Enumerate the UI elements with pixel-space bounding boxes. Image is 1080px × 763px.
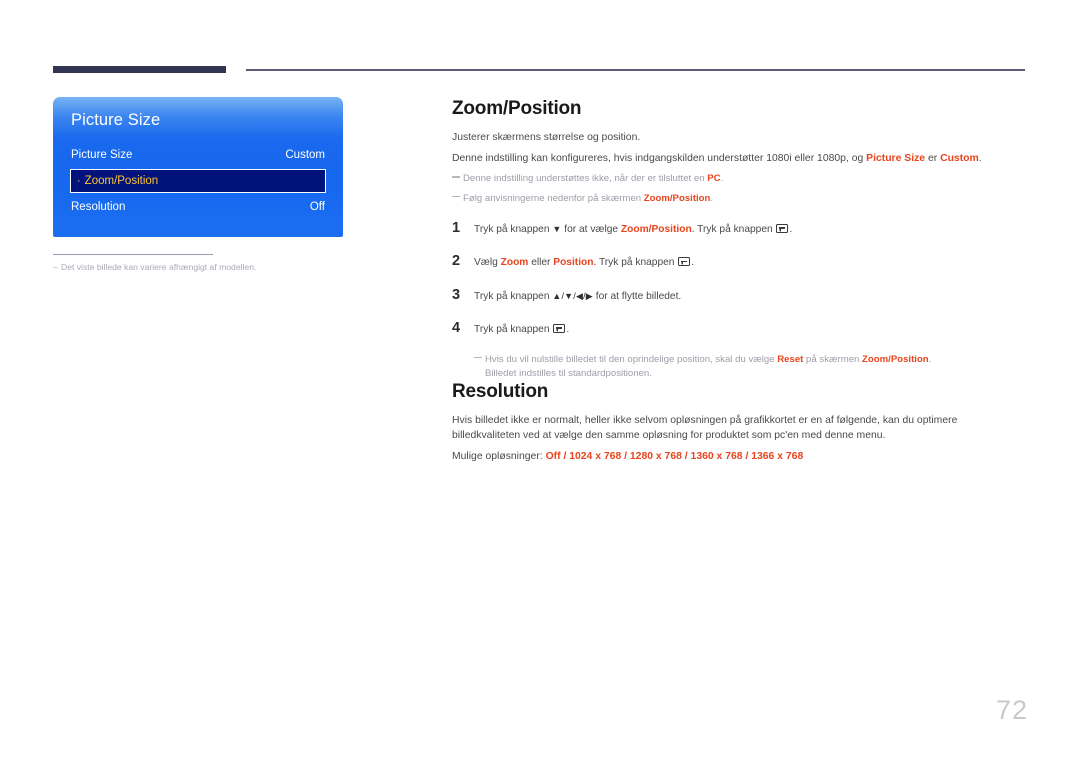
section-title-zoom-position: Zoom/Position (452, 98, 582, 119)
osd-row-resolution[interactable]: Resolution Off (71, 196, 325, 218)
zoom-position-intro: Justerer skærmens størrelse og position. (452, 132, 641, 143)
osd-caption-note: – Det viste billede kan variere afhængig… (53, 262, 343, 273)
step-text-part: Tryk på knappen (474, 290, 553, 302)
zoom-position-description: Denne indstilling kan konfigureres, hvis… (452, 151, 1026, 166)
note-highlight-zoom-position: Zoom/Position (643, 193, 711, 205)
note-highlight-zoom-position: Zoom/Position (862, 354, 929, 366)
section-title-resolution: Resolution (452, 380, 549, 402)
direction-arrows-icon: ▲/▼/◀/▶ (552, 290, 593, 301)
resolution-options-line: Mulige opløsninger: Off / 1024 x 768 / 1… (452, 449, 1026, 464)
step-text-part: . Tryk på knappen (593, 257, 678, 269)
resolution-options-label: Mulige opløsninger: (452, 451, 546, 463)
step-item: 3 Tryk på knappen ▲/▼/◀/▶ for at flytte … (452, 287, 1026, 304)
page-number: 72 (995, 695, 1028, 725)
zoom-position-note-follow: Følg anvisningerne nedenfor på skærmen Z… (452, 192, 1026, 206)
resolution-options-values: Off / 1024 x 768 / 1280 x 768 / 1360 x 7… (545, 451, 804, 463)
note-text-mid: på skærmen (803, 354, 863, 366)
step-text-part: eller (528, 257, 554, 269)
note-text-pre: Følg anvisningerne nedenfor på skærmen (463, 193, 644, 205)
zoom-position-note-pc: Denne indstilling understøttes ikke, når… (452, 172, 1026, 186)
dash-icon (474, 354, 485, 363)
step-text-part: . Tryk på knappen (691, 223, 776, 235)
enter-key-icon (678, 257, 691, 267)
note-text-pre: Hvis du vil nulstille billedet til den o… (485, 354, 778, 366)
note-text-post: . (710, 193, 714, 205)
desc-text-mid: er (925, 153, 941, 165)
note-body: Denne indstilling understøttes ikke, når… (463, 172, 723, 186)
step-item: 2 Vælg Zoom eller Position. Tryk på knap… (452, 253, 1026, 270)
dash-icon (452, 193, 463, 202)
note-text-post: . (928, 354, 932, 366)
osd-menu-title: Picture Size (71, 111, 161, 129)
instruction-steps: 1 Tryk på knappen ▼ for at vælge Zoom/Po… (452, 220, 1026, 337)
step-highlight-position: Position (553, 257, 594, 269)
enter-key-icon (776, 223, 789, 233)
header-rule-thick (53, 66, 226, 73)
osd-row-picture-size[interactable]: Picture Size Custom (71, 144, 325, 166)
header-rule-thin (246, 69, 1025, 71)
desc-highlight-picture-size: Picture Size (866, 153, 926, 165)
zoom-position-reset-note: Hvis du vil nulstille billedet til den o… (474, 353, 1026, 381)
osd-row-value: Off (309, 201, 325, 213)
osd-note-divider (53, 254, 213, 255)
step-highlight-zoom: Zoom (500, 257, 529, 269)
desc-highlight-custom: Custom (940, 153, 979, 165)
osd-caption-text: Det viste billede kan variere afhængigt … (61, 262, 257, 272)
step-text-part: . (789, 223, 793, 235)
note-text-pre: Denne indstilling understøttes ikke, når… (463, 173, 708, 185)
osd-row-label: Zoom/Position (84, 175, 159, 187)
step-text-part: Tryk på knappen (474, 223, 553, 235)
desc-text-post: . (978, 153, 982, 165)
note-text-line2: Billedet indstilles til standardposition… (485, 368, 652, 379)
step-text-part: for at vælge (561, 223, 621, 235)
osd-row-label: Resolution (71, 201, 126, 213)
step-item: 4 Tryk på knappen . (452, 320, 1026, 337)
step-number: 1 (452, 219, 461, 236)
note-highlight-reset: Reset (777, 354, 804, 366)
desc-text-pre: Denne indstilling kan konfigureres, hvis… (452, 153, 867, 165)
step-text: Tryk på knappen . (474, 323, 1026, 337)
step-item: 1 Tryk på knappen ▼ for at vælge Zoom/Po… (452, 220, 1026, 237)
step-text: Tryk på knappen ▲/▼/◀/▶ for at flytte bi… (474, 290, 1026, 304)
note-highlight-pc: PC (707, 173, 721, 185)
osd-bullet-icon: · (77, 174, 81, 187)
step-text: Vælg Zoom eller Position. Tryk på knappe… (474, 256, 1026, 270)
note-body: Hvis du vil nulstille billedet til den o… (485, 353, 931, 381)
resolution-description: Hvis billedet ikke er normalt, heller ik… (452, 414, 958, 441)
note-text-post: . (720, 173, 724, 185)
step-number: 2 (452, 253, 461, 270)
osd-row-value: Custom (285, 149, 325, 161)
step-text-part: for at flytte billedet. (592, 290, 682, 302)
osd-row-zoom-position-selected[interactable]: · Zoom/Position (70, 169, 326, 193)
enter-key-icon (553, 323, 566, 333)
step-text: Tryk på knappen ▼ for at vælge Zoom/Posi… (474, 223, 1026, 237)
main-content: Zoom/Position Justerer skærmens størrels… (452, 98, 1026, 464)
step-text-part: . (691, 257, 695, 269)
step-text-part: Vælg (474, 257, 501, 269)
step-text-part: . (566, 323, 570, 335)
step-text-part: Tryk på knappen (474, 323, 553, 335)
step-highlight-zoom-position: Zoom/Position (620, 223, 692, 235)
step-number: 3 (452, 286, 461, 303)
osd-row-label: Picture Size (71, 149, 133, 161)
dash-icon: – (53, 262, 58, 272)
step-number: 4 (452, 319, 461, 336)
note-body: Følg anvisningerne nedenfor på skærmen Z… (463, 192, 713, 206)
dash-icon (452, 173, 463, 182)
osd-menu-panel: Picture Size Picture Size Custom · Zoom/… (53, 97, 343, 237)
